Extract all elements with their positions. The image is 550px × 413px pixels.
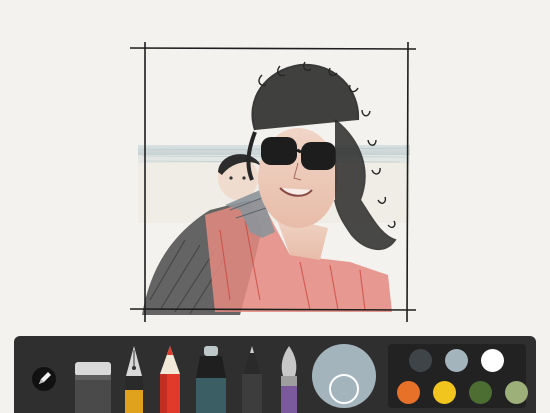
brush-icon[interactable] — [276, 346, 302, 413]
palette-swatch[interactable] — [481, 349, 504, 372]
palette-swatch[interactable] — [409, 349, 432, 372]
palette-swatch[interactable] — [445, 349, 468, 372]
current-color-ring — [329, 374, 359, 404]
marker-icon[interactable] — [194, 346, 228, 413]
outliner-icon[interactable] — [239, 346, 265, 413]
palette-swatch[interactable] — [433, 381, 456, 404]
tool-tray — [14, 336, 536, 413]
drawing-canvas[interactable] — [0, 0, 550, 335]
sketch-illustration — [129, 41, 417, 323]
palette-swatch[interactable] — [505, 381, 528, 404]
color-palette — [388, 344, 528, 408]
palette-swatch[interactable] — [397, 381, 420, 404]
fountain-pen-icon[interactable] — [122, 346, 146, 413]
eraser-icon[interactable] — [74, 362, 112, 413]
palette-swatch[interactable] — [469, 381, 492, 404]
pencil-icon[interactable] — [157, 346, 183, 413]
color-mixer[interactable] — [312, 344, 376, 408]
pencil-circle-icon[interactable] — [31, 366, 57, 392]
